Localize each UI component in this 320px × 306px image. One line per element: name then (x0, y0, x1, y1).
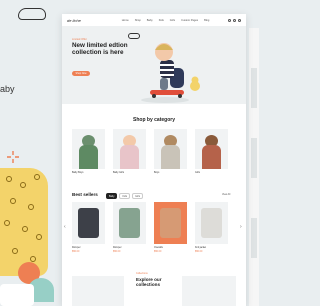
category-card[interactable]: Girls (195, 129, 228, 176)
category-image (113, 129, 146, 169)
category-image (72, 129, 105, 169)
next-arrow-icon[interactable]: › (240, 224, 242, 230)
product-garment (201, 208, 222, 238)
category-figure-body (120, 145, 139, 169)
hero-child-illustration (141, 43, 200, 103)
category-image (154, 129, 187, 169)
nav-item-girls[interactable]: Girls (170, 19, 175, 22)
site-logo[interactable]: de liche (67, 18, 81, 23)
tab-kids[interactable]: Kids (119, 193, 131, 199)
product-image (113, 202, 146, 244)
tab-girls[interactable]: Girls (132, 193, 144, 199)
hero-label: Limited Offer (72, 38, 87, 41)
nav-item-kids[interactable]: Kids (159, 19, 164, 22)
category-label: Boys (154, 171, 160, 174)
best-sellers-tabs: Baby Kids Girls (106, 193, 144, 199)
nav-item-home[interactable]: Home (122, 19, 129, 22)
user-icon[interactable] (233, 18, 236, 22)
backdrop-card (0, 284, 34, 306)
yellow-pattern-shape (0, 168, 48, 276)
right-preview-page (249, 28, 259, 306)
cloud-doodle-icon (18, 8, 46, 20)
explore-label: Collections (136, 272, 148, 275)
product-price: $50.00 (154, 250, 162, 253)
category-card[interactable]: Baby Girls (113, 129, 146, 176)
prev-arrow-icon[interactable]: ‹ (64, 224, 66, 230)
product-price: $50.00 (113, 250, 121, 253)
category-figure-body (79, 145, 98, 169)
product-garment (78, 208, 99, 238)
backdrop-left: aby (0, 0, 60, 306)
category-label: Baby Girls (113, 171, 125, 174)
nav-item-shop[interactable]: Shop (135, 19, 141, 22)
hero-banner: Limited Offer New limited edtion collect… (62, 26, 246, 104)
category-label: Girls (195, 171, 200, 174)
sparkle-icon (7, 151, 19, 163)
nav-icons (228, 18, 241, 22)
category-figure-body (161, 145, 180, 169)
backdrop-tagline: aby (0, 84, 15, 94)
collection-image-left[interactable] (72, 276, 124, 306)
explore-title: Explore our collections (136, 277, 162, 287)
category-image (195, 129, 228, 169)
view-all-link[interactable]: View All (222, 193, 230, 196)
product-image (72, 202, 105, 244)
collection-image-right[interactable] (182, 276, 236, 306)
product-card[interactable]: Overalls $50.00 (154, 202, 187, 262)
product-name: Overalls (154, 246, 163, 249)
storefront-page: de liche Home Shop Baby Kids Girls Custo… (62, 14, 246, 306)
category-label: Baby Boys (72, 171, 84, 174)
hero-shop-button[interactable]: Shop Now (72, 71, 90, 76)
product-card[interactable]: Romper $50.00 (113, 202, 146, 262)
category-card[interactable]: Boys (154, 129, 187, 176)
category-figure-body (202, 145, 221, 169)
best-sellers-title: Best sellers (72, 192, 98, 197)
product-name: Romper (72, 246, 81, 249)
nav-item-baby[interactable]: Baby (147, 19, 153, 22)
product-image (154, 202, 187, 244)
nav-item-blog[interactable]: Blog (204, 19, 209, 22)
cart-icon[interactable] (238, 18, 241, 22)
product-name: Romper (113, 246, 122, 249)
nav-item-custom-pages[interactable]: Custom Pages (181, 19, 198, 22)
top-nav: de liche Home Shop Baby Kids Girls Custo… (62, 14, 246, 26)
category-card[interactable]: Baby Boys (72, 129, 105, 176)
product-name: Knit jacket (195, 246, 207, 249)
product-price: $50.00 (195, 250, 203, 253)
search-icon[interactable] (228, 18, 231, 22)
categories-title: Shop by category (133, 117, 175, 123)
tab-baby[interactable]: Baby (106, 193, 118, 199)
product-garment (119, 208, 140, 238)
product-price: $50.00 (72, 250, 80, 253)
product-image (195, 202, 228, 244)
product-card[interactable]: Romper $50.00 (72, 202, 105, 262)
product-card[interactable]: Knit jacket $50.00 (195, 202, 228, 262)
product-garment (160, 208, 181, 238)
